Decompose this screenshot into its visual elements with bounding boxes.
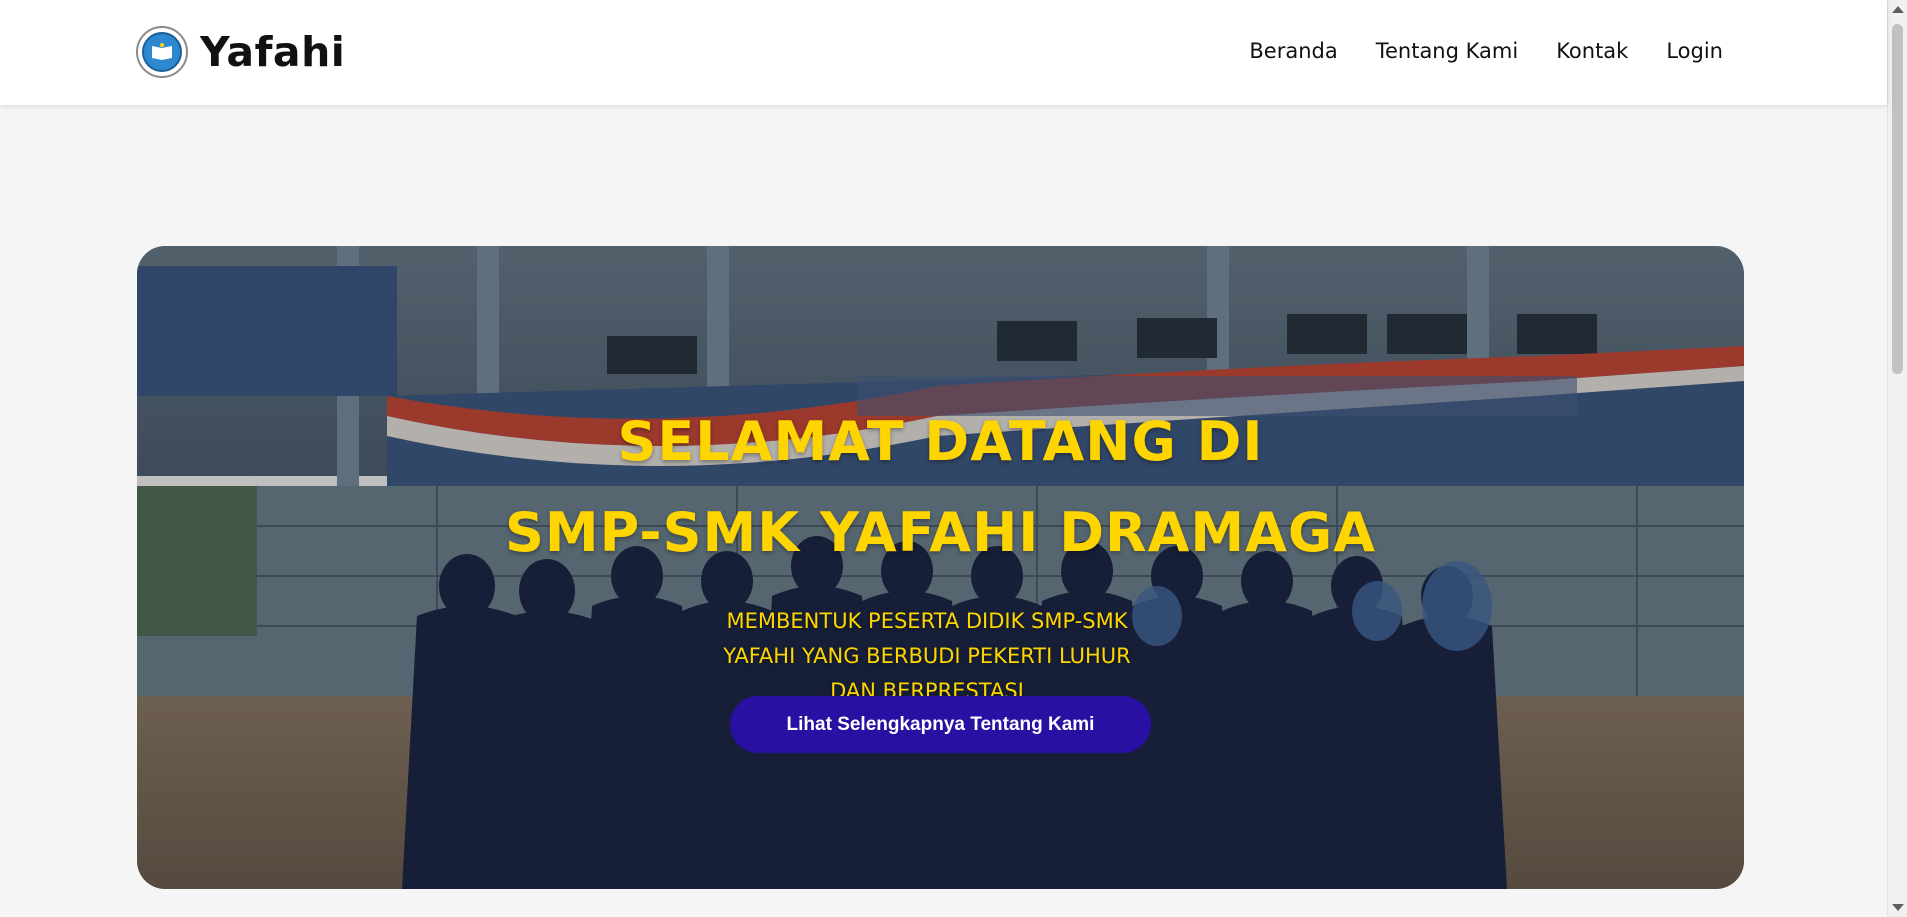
hero-subtitle: MEMBENTUK PESERTA DIDIK SMP-SMK YAFAHI Y…	[723, 609, 1131, 703]
nav-kontak[interactable]: Kontak	[1556, 36, 1628, 66]
brand[interactable]: Yafahi	[136, 26, 345, 78]
scroll-up-arrow-icon[interactable]	[1892, 6, 1904, 13]
scroll-thumb[interactable]	[1892, 24, 1903, 374]
page-scrollbar[interactable]	[1887, 0, 1907, 917]
brand-name: Yafahi	[200, 28, 346, 76]
school-emblem-icon	[136, 26, 188, 78]
hero-overlay	[137, 246, 1744, 889]
scroll-down-arrow-icon[interactable]	[1892, 904, 1904, 911]
nav-beranda[interactable]: Beranda	[1249, 36, 1337, 66]
nav-tentang-kami[interactable]: Tentang Kami	[1376, 36, 1518, 66]
nav-login[interactable]: Login	[1666, 36, 1723, 66]
hero-title-line1: SELAMAT DATANG DI	[617, 410, 1264, 473]
about-us-button[interactable]: Lihat Selengkapnya Tentang Kami	[730, 696, 1151, 753]
hero-title-line2: SMP-SMK YAFAHI DRAMAGA	[504, 501, 1377, 564]
hero-section: SELAMAT DATANG DI SMP-SMK YAFAHI DRAMAGA…	[137, 246, 1744, 889]
site-header: Yafahi Beranda Tentang Kami Kontak Login	[0, 0, 1887, 105]
main-nav: Beranda Tentang Kami Kontak Login	[1211, 36, 1723, 66]
